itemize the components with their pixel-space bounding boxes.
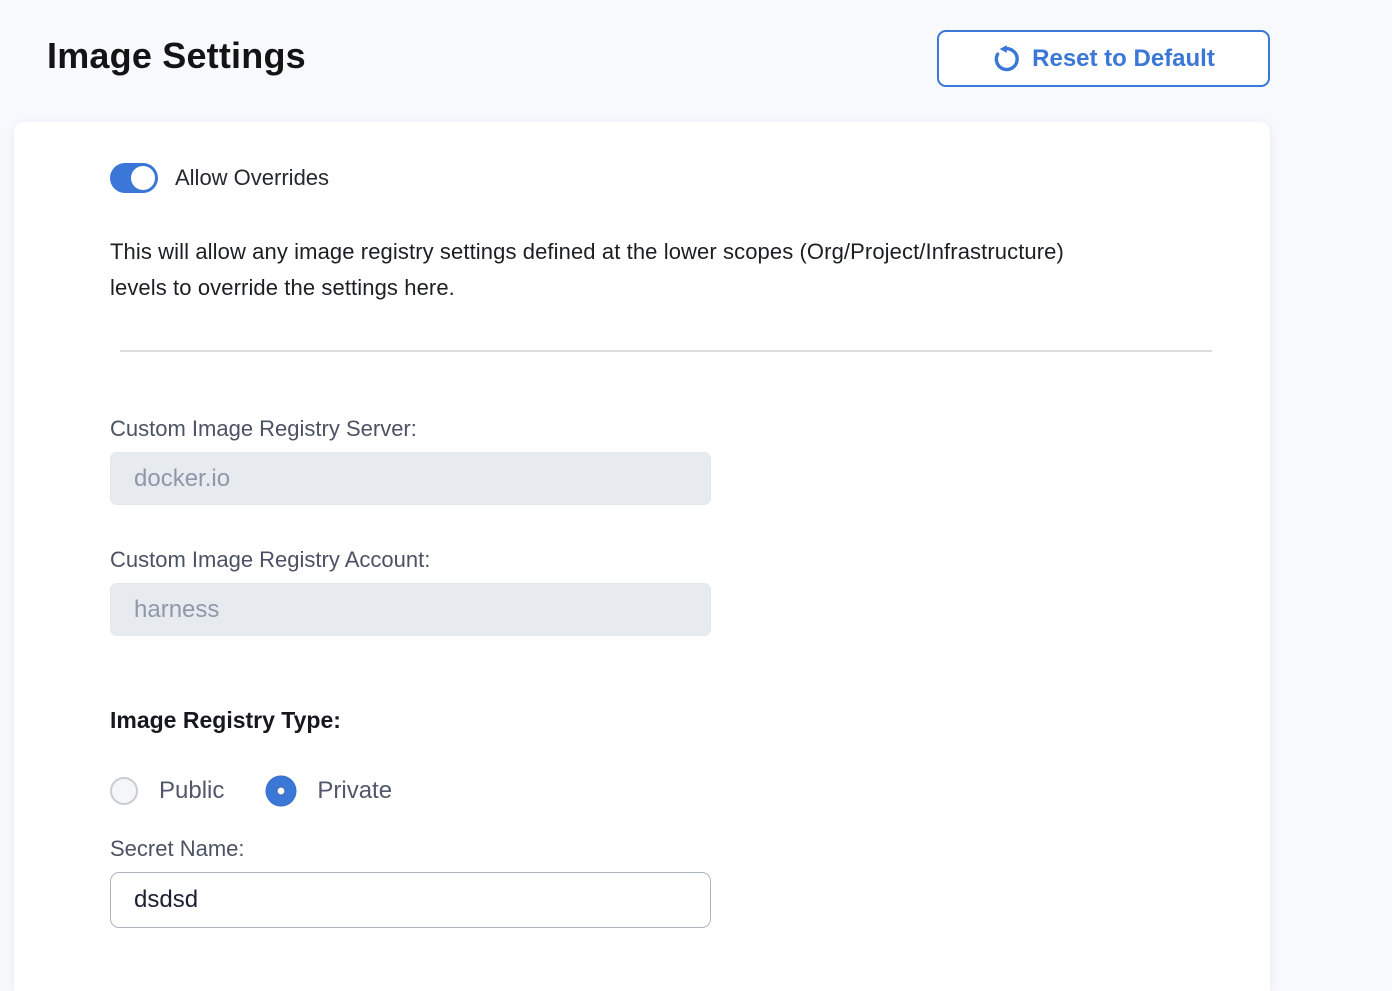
- secret-name-label: Secret Name:: [110, 836, 1220, 862]
- page-title: Image Settings: [47, 30, 306, 82]
- page-header: Image Settings Reset to Default: [0, 0, 1392, 122]
- registry-server-label: Custom Image Registry Server:: [110, 416, 1220, 442]
- registry-type-radio-group: Public Private: [110, 776, 1220, 806]
- overrides-description: This will allow any image registry setti…: [110, 234, 1220, 306]
- reset-button-label: Reset to Default: [1032, 45, 1215, 73]
- public-radio-icon: [110, 777, 138, 805]
- allow-overrides-toggle[interactable]: [110, 163, 158, 193]
- description-line-2: levels to override the settings here.: [110, 275, 455, 300]
- section-divider: [120, 350, 1212, 352]
- settings-card: Allow Overrides This will allow any imag…: [14, 122, 1270, 991]
- registry-server-input: [110, 452, 711, 505]
- description-line-1: This will allow any image registry setti…: [110, 239, 1064, 264]
- radio-option-public[interactable]: Public: [110, 777, 224, 805]
- image-settings-page: Image Settings Reset to Default Allow Ov…: [0, 0, 1392, 991]
- radio-option-private[interactable]: Private: [266, 776, 392, 806]
- registry-type-label: Image Registry Type:: [110, 706, 1220, 734]
- private-radio-label: Private: [317, 777, 392, 805]
- allow-overrides-label: Allow Overrides: [175, 165, 329, 191]
- toggle-knob: [131, 166, 155, 190]
- private-radio-icon: [266, 776, 296, 806]
- secret-name-input[interactable]: [110, 872, 711, 928]
- reset-icon: [992, 44, 1021, 73]
- public-radio-label: Public: [159, 777, 224, 805]
- registry-account-label: Custom Image Registry Account:: [110, 547, 1220, 573]
- reset-to-default-button[interactable]: Reset to Default: [937, 30, 1270, 87]
- registry-account-input: [110, 583, 711, 636]
- allow-overrides-row: Allow Overrides: [110, 163, 1220, 193]
